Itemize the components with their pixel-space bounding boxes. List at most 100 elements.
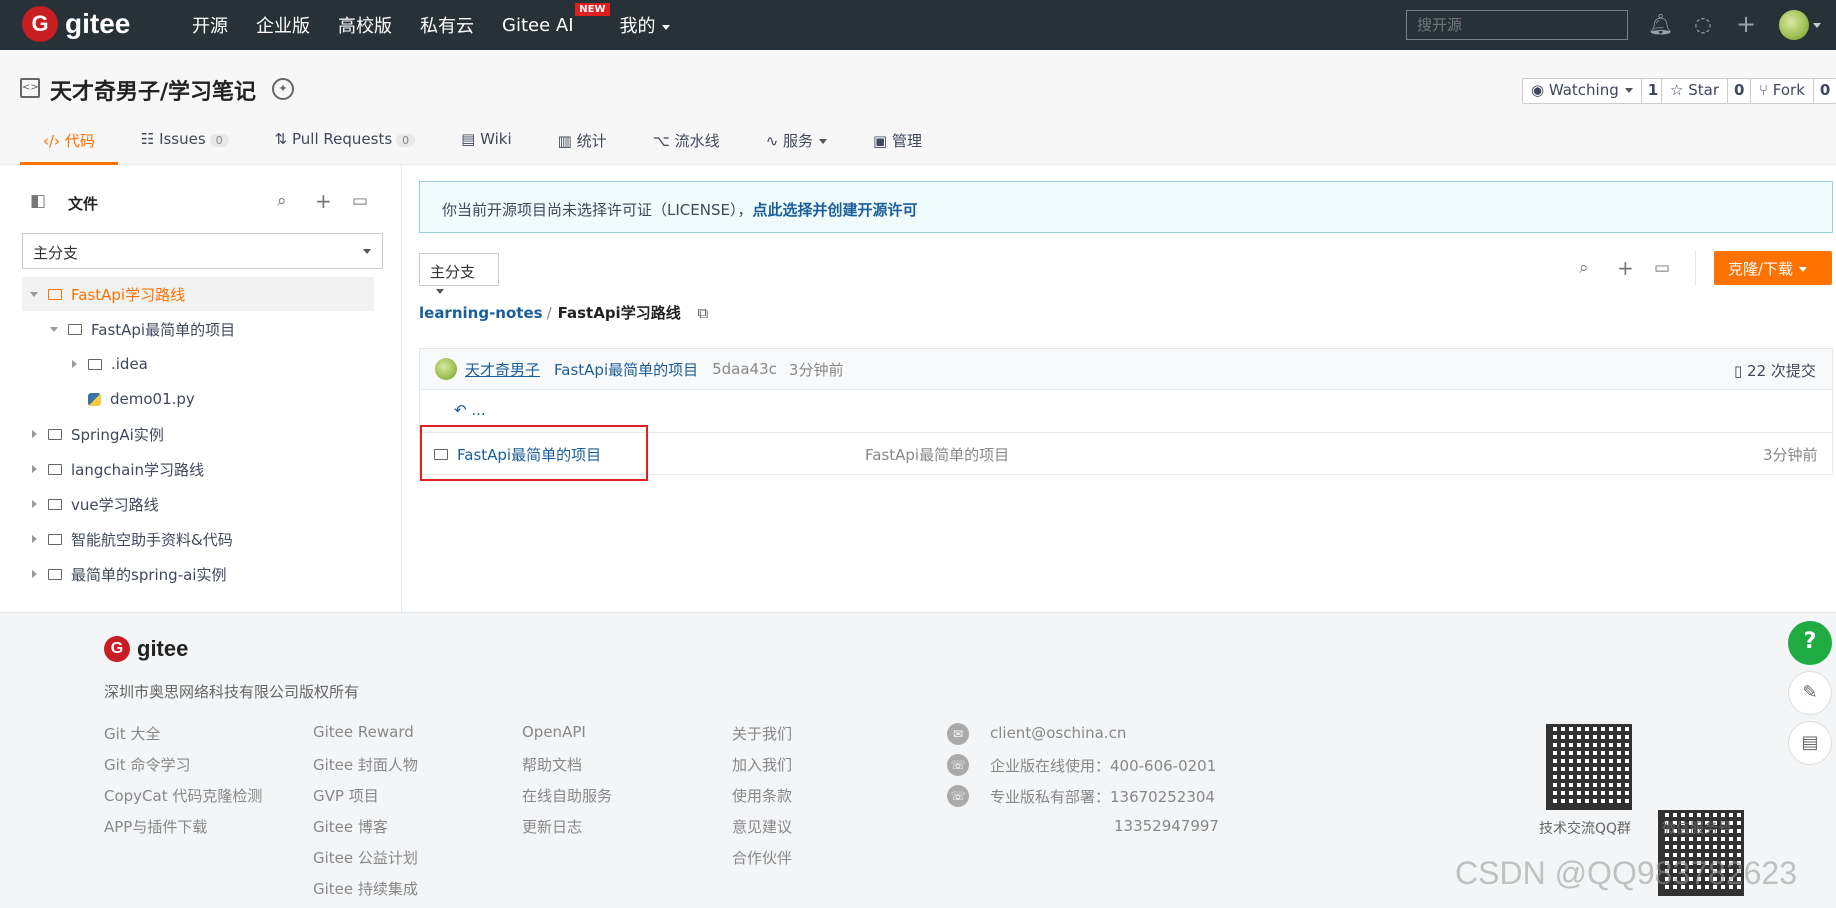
breadcrumb-repo[interactable]: learning-notes [419,304,543,322]
fork-label: Fork [1772,81,1805,99]
footer-link[interactable]: 加入我们 [732,754,792,785]
contact-phone-private: 专业版私有部署：13670252304 [990,788,1215,806]
footer-logo[interactable]: G gitee [104,636,188,662]
nav-item-mine-label: 我的 [619,16,656,37]
footer-link[interactable]: Git 大全 [104,723,262,754]
tab-wiki[interactable]: ▤ Wiki [438,122,534,165]
tree-item-label: 智能航空助手资料&代码 [71,530,233,549]
search-icon[interactable]: ⌕ [1579,258,1589,278]
tab-issues[interactable]: ☷ Issues 0 [118,122,252,165]
folder-icon [48,288,62,300]
footer-link[interactable]: GVP 项目 [313,785,418,816]
footer-link[interactable]: Gitee Reward [313,723,418,754]
star-button[interactable]: ☆ Star 0 [1661,78,1752,104]
fork-count[interactable]: 0 [1814,79,1836,103]
footer-link[interactable]: OpenAPI [522,723,612,754]
tab-code-label: 代码 [64,132,95,150]
web-ide-icon[interactable]: ▭ [1654,258,1670,278]
footer-link[interactable]: Git 命令学习 [104,754,262,785]
watching-button[interactable]: ◉ Watching 1 [1522,78,1666,104]
pipeline-icon: ⌥ [652,132,675,150]
breadcrumb: learning-notes / FastApi学习路线 ⧉ [419,302,708,323]
user-avatar[interactable] [1779,10,1809,40]
nav-item-gitee-ai[interactable]: Gitee AI NEW [502,2,610,36]
commit-author[interactable]: 天才奇男子 [465,359,540,380]
tab-manage[interactable]: ▣ 管理 [850,122,945,165]
clone-download-button[interactable]: 克隆/下载 [1714,251,1832,285]
avatar-chevron-down-icon[interactable] [1813,23,1821,28]
tab-stats[interactable]: ▥ 统计 [535,122,630,165]
web-ide-icon[interactable]: ▭ [352,191,368,211]
tree-expanded-icon [30,291,38,297]
commit-hash[interactable]: 5daa43c [712,360,777,378]
fork-button[interactable]: ⑂ Fork 0 [1750,78,1836,104]
tree-item-fastapi-simple[interactable]: FastApi最简单的项目 [22,312,374,346]
tree-item-label: .idea [111,355,148,373]
tab-code[interactable]: ‹/› 代码 [20,122,118,165]
license-notice-link[interactable]: 点此选择并创建开源许可 [752,201,917,219]
footer-link[interactable]: 关于我们 [732,723,792,754]
plus-icon[interactable]: + [1734,12,1758,36]
nav-item-mine[interactable]: 我的 [620,12,670,38]
tab-pull-requests[interactable]: ⇅ Pull Requests 0 [252,122,438,165]
search-input[interactable] [1406,10,1628,40]
tree-item-springai[interactable]: SpringAi实例 [22,417,374,451]
fork-icon: ⑂ [1759,81,1773,99]
footer-link[interactable]: APP与插件下载 [104,816,262,847]
search-icon[interactable]: ⌕ [277,191,287,211]
tree-collapsed-icon [32,535,37,543]
footer-link[interactable]: 意见建议 [732,816,792,847]
tree-item-fastapi-route[interactable]: FastApi学习路线 [22,277,374,311]
nav-item-education[interactable]: 高校版 [338,12,392,38]
footer-link[interactable]: Gitee 公益计划 [313,847,418,878]
nav-item-private-cloud[interactable]: 私有云 [420,12,474,38]
footer-link[interactable]: 更新日志 [522,816,612,847]
add-file-icon[interactable]: + [1617,256,1634,280]
qq-group-label: 技术交流QQ群 [1539,821,1632,837]
tab-pipeline[interactable]: ⌥ 流水线 [630,122,743,165]
branch-dropdown[interactable]: 主分支 [419,253,499,294]
gitee-logo[interactable]: G gitee [22,6,130,42]
footer-link[interactable]: CopyCat 代码克隆检测 [104,785,262,816]
file-commit-message[interactable]: FastApi最简单的项目 [865,444,1009,465]
footer-link[interactable]: Gitee 博客 [313,816,418,847]
tree-item-idea[interactable]: .idea [22,347,374,381]
footer-link[interactable]: 合作伙伴 [732,847,792,878]
star-count[interactable]: 0 [1728,79,1750,103]
collapse-sidebar-icon[interactable]: ◧ [30,191,46,211]
help-button[interactable]: ? [1788,621,1832,665]
tree-item-langchain[interactable]: langchain学习路线 [22,452,374,486]
footer-link[interactable]: 帮助文档 [522,754,612,785]
commit-message[interactable]: FastApi最简单的项目 [554,359,698,380]
tree-item-spring-ai-simple[interactable]: 最简单的spring-ai实例 [22,557,374,591]
recommend-badge-icon[interactable]: ✦ [272,78,294,100]
tab-services[interactable]: ∿ 服务 [743,122,850,165]
author-avatar[interactable] [435,358,457,380]
repo-title[interactable]: 天才奇男子/学习笔记 [50,74,256,106]
file-commit-time: 3分钟前 [1763,446,1818,464]
watching-chevron-icon [1624,88,1633,93]
footer-link[interactable]: Gitee 持续集成 [313,878,418,908]
commit-count[interactable]: ▯ 22 次提交 [1734,360,1816,381]
nav-item-enterprise[interactable]: 企业版 [256,12,310,38]
parent-dir-link[interactable]: ↶ ... [454,401,486,419]
footer-link[interactable]: 使用条款 [732,785,792,816]
tree-item-vue[interactable]: vue学习路线 [22,487,374,521]
nav-item-opensource[interactable]: 开源 [192,12,228,38]
tree-item-label: FastApi学习路线 [71,285,186,304]
feedback-edit-icon[interactable]: ✎ [1788,671,1832,715]
add-file-icon[interactable]: + [315,189,332,213]
lightbulb-icon[interactable]: ◌ [1691,12,1715,36]
tree-item-aviation[interactable]: 智能航空助手资料&代码 [22,522,374,556]
wiki-icon: ▤ [461,130,481,148]
branch-select[interactable]: 主分支 [22,233,383,269]
contact-email[interactable]: client@oschina.cn [990,724,1126,742]
branch-chevron-down-icon[interactable] [363,249,371,254]
bell-icon[interactable]: 🔔︎ [1648,12,1673,36]
chat-icon[interactable]: ▤ [1788,721,1832,765]
tree-item-demo01[interactable]: demo01.py [22,382,374,416]
tree-collapsed-icon [32,465,37,473]
footer-link[interactable]: Gitee 封面人物 [313,754,418,785]
footer-link[interactable]: 在线自助服务 [522,785,612,816]
copy-path-icon[interactable]: ⧉ [697,304,708,322]
